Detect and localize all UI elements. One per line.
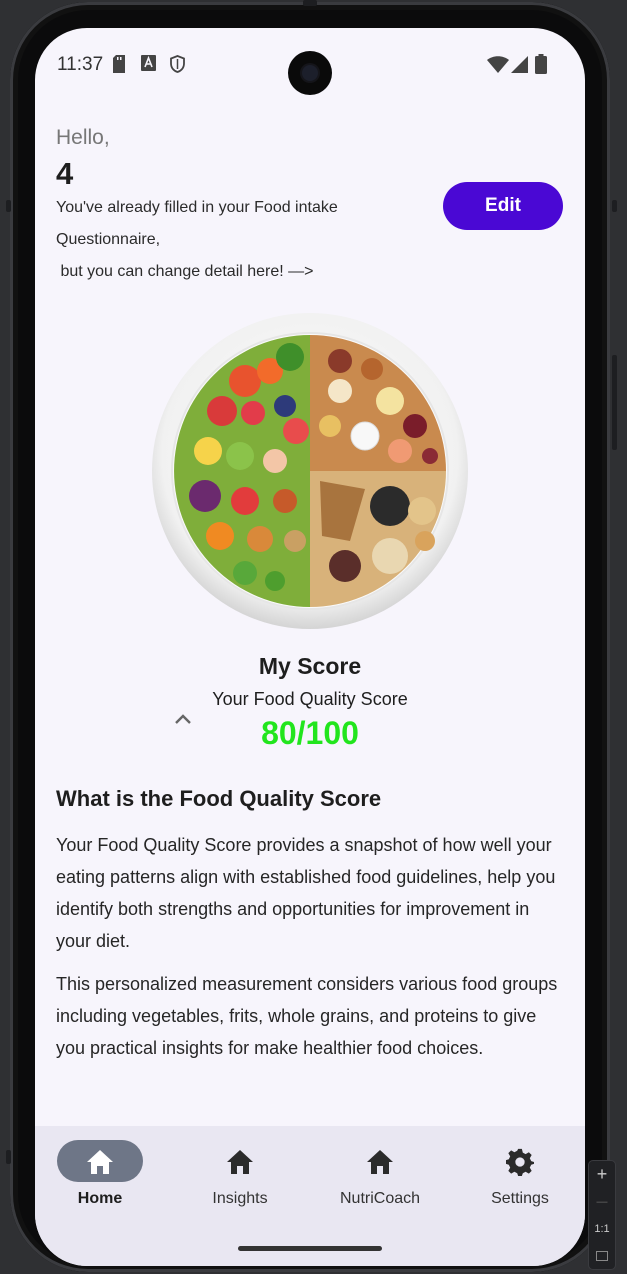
gear-icon bbox=[506, 1148, 534, 1176]
nav-label: Settings bbox=[491, 1190, 549, 1207]
home-icon bbox=[87, 1150, 113, 1174]
app-screen: 11:37 Hello, 4 You've already filled in … bbox=[35, 28, 585, 1266]
zoom-out-button[interactable]: — bbox=[589, 1188, 615, 1215]
signal-icon bbox=[511, 56, 528, 73]
status-bar: 11:37 bbox=[35, 28, 585, 100]
fit-screen-icon[interactable] bbox=[589, 1242, 615, 1269]
score-value: 80/100 bbox=[261, 715, 359, 751]
info-paragraph: Your Food Quality Score provides a snaps… bbox=[56, 835, 556, 951]
intro-text-line: You've already filled in your Food intak… bbox=[56, 199, 338, 216]
zoom-in-button[interactable]: + bbox=[589, 1161, 615, 1188]
device-volume-button bbox=[612, 355, 617, 450]
battery-icon bbox=[535, 54, 547, 74]
emulator-zoom-panel: + — 1:1 bbox=[588, 1160, 616, 1270]
nav-item-nutricoach[interactable]: NutriCoach bbox=[315, 1140, 455, 1210]
device-side-button bbox=[612, 200, 617, 212]
user-name: 4 bbox=[56, 156, 74, 191]
intro-text-line: but you can change detail here! —> bbox=[56, 263, 314, 280]
nav-label: Insights bbox=[212, 1190, 268, 1207]
info-paragraph: This personalized measurement considers … bbox=[56, 974, 558, 1058]
nav-item-insights[interactable]: Insights bbox=[175, 1140, 315, 1210]
front-camera bbox=[288, 51, 332, 95]
edit-button[interactable]: Edit bbox=[443, 182, 563, 230]
home-gesture-bar[interactable] bbox=[238, 1246, 382, 1251]
home-icon bbox=[227, 1150, 253, 1174]
nav-item-settings[interactable]: Settings bbox=[455, 1140, 585, 1210]
shield-icon bbox=[170, 55, 185, 73]
device-top-button bbox=[303, 0, 317, 6]
a-box-icon bbox=[141, 55, 156, 71]
greeting-hello: Hello, bbox=[56, 126, 110, 149]
score-title: My Score bbox=[258, 653, 362, 679]
home-icon bbox=[367, 1150, 393, 1174]
wifi-icon bbox=[487, 56, 509, 73]
nav-label: Home bbox=[77, 1190, 123, 1207]
nav-item-home[interactable]: Home bbox=[35, 1140, 175, 1210]
intro-text-line: Questionnaire, bbox=[56, 231, 161, 248]
status-time: 11:37 bbox=[57, 54, 104, 75]
nav-label: NutriCoach bbox=[339, 1190, 421, 1207]
score-subtitle: Your Food Quality Score bbox=[212, 689, 408, 709]
food-plate-image bbox=[152, 313, 468, 629]
device-side-button bbox=[6, 1150, 11, 1164]
device-side-button bbox=[6, 200, 11, 212]
sd-card-icon bbox=[113, 55, 125, 73]
bottom-navigation: Home Insights NutriCoach Settings bbox=[35, 1126, 585, 1266]
zoom-reset-button[interactable]: 1:1 bbox=[589, 1215, 615, 1242]
section-title: What is the Food Quality Score bbox=[56, 786, 382, 811]
